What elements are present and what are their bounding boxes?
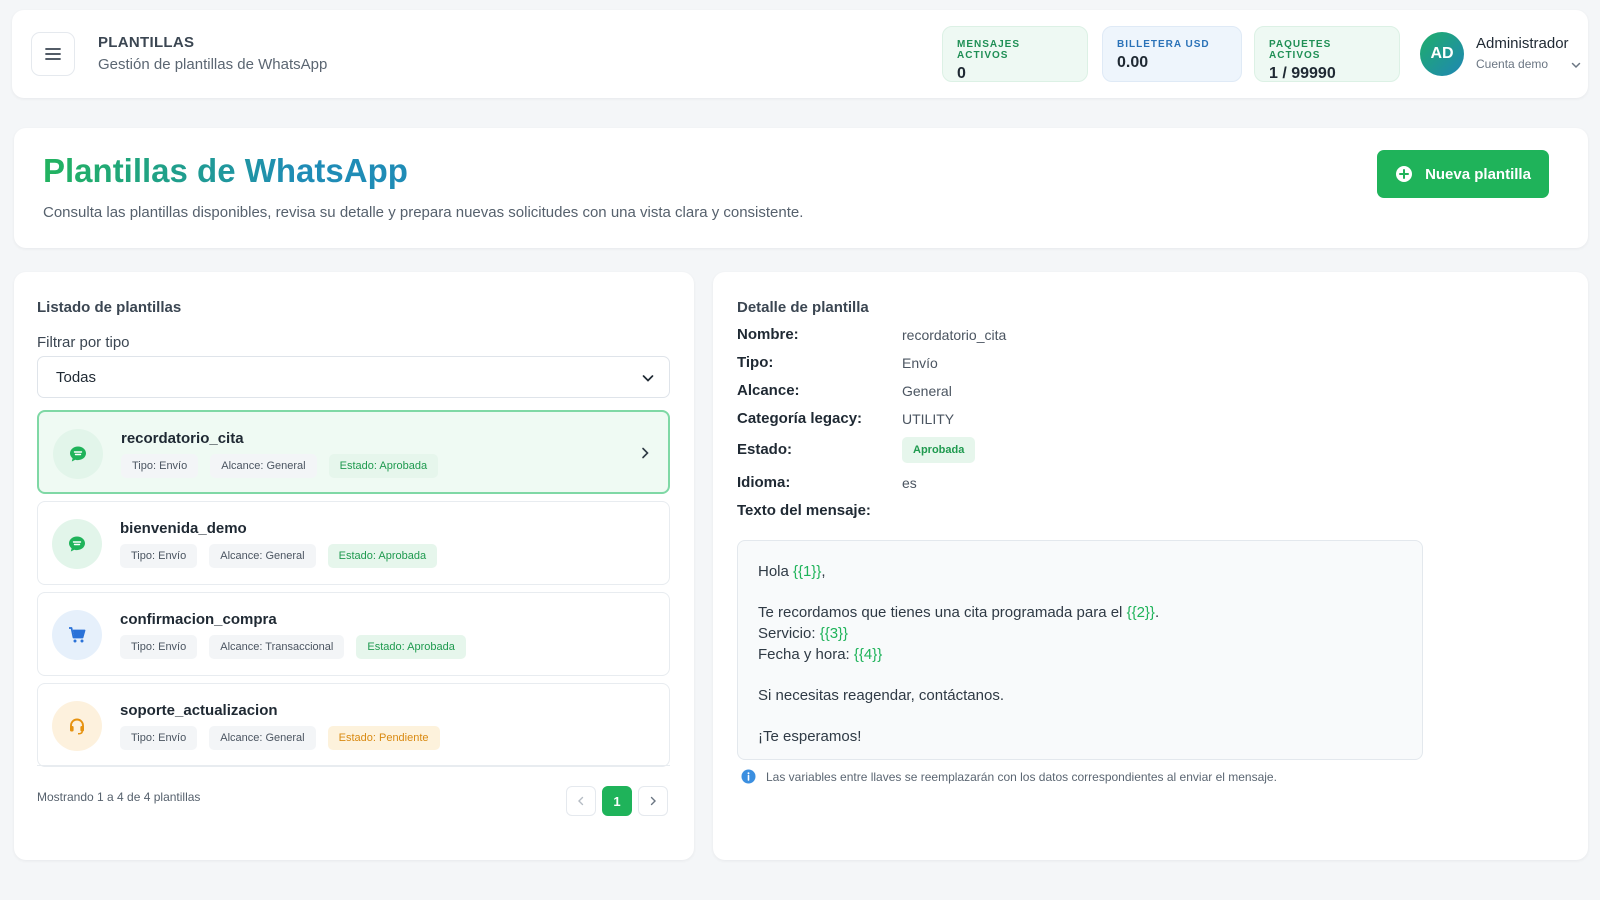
field-label-categoria: Categoría legacy: xyxy=(737,410,863,427)
field-label-nombre: Nombre: xyxy=(737,326,799,343)
estado-tag: Estado: Aprobada xyxy=(328,454,439,478)
user-menu[interactable]: AD Administrador Cuenta demo xyxy=(1420,30,1585,78)
chevron-down-icon xyxy=(642,375,654,382)
new-template-button[interactable]: Nueva plantilla xyxy=(1377,150,1549,198)
template-name: recordatorio_cita xyxy=(121,430,244,447)
estado-tag: Estado: Aprobada xyxy=(327,544,438,568)
plus-circle-icon xyxy=(1396,166,1413,182)
new-template-label: Nueva plantilla xyxy=(1425,165,1531,183)
user-name: Administrador xyxy=(1476,35,1569,52)
template-name: soporte_actualizacion xyxy=(120,702,278,719)
field-label-estado: Estado: xyxy=(737,441,793,458)
filter-label: Filtrar por tipo xyxy=(37,334,130,351)
stat-label: PAQUETES ACTIVOS xyxy=(1269,39,1332,61)
chevron-right-icon xyxy=(650,796,656,806)
variables-note: Las variables entre llaves se reemplazar… xyxy=(741,769,1277,784)
message-line: ¡Te esperamos! xyxy=(758,728,862,745)
template-item-recordatorio-cita[interactable]: recordatorio_cita Tipo: Envío Alcance: G… xyxy=(37,410,670,494)
hero-card: Plantillas de WhatsApp Consulta las plan… xyxy=(14,128,1588,248)
alcance-tag: Alcance: General xyxy=(210,454,317,478)
message-line: Te recordamos que tienes una cita progra… xyxy=(758,604,1160,621)
filter-type-select[interactable]: Todas xyxy=(37,356,670,398)
message-line: Fecha y hora: {{4}} xyxy=(758,646,883,663)
variable-token: {{1}} xyxy=(793,563,822,580)
field-value-categoria: UTILITY xyxy=(902,411,955,427)
template-name: bienvenida_demo xyxy=(120,520,247,537)
template-tags: Tipo: Envío Alcance: Transaccional Estad… xyxy=(120,635,466,659)
page-header: PLANTILLAS Gestión de plantillas de What… xyxy=(98,34,327,73)
list-title: Listado de plantillas xyxy=(37,299,182,316)
chevron-left-icon xyxy=(578,796,584,806)
info-icon xyxy=(741,769,756,784)
variable-token: {{2}} xyxy=(1126,604,1155,621)
divider xyxy=(37,765,670,766)
message-text-box: Hola {{1}}, Te recordamos que tienes una… xyxy=(737,540,1423,760)
chevron-down-icon xyxy=(1571,62,1581,69)
alcance-tag: Alcance: General xyxy=(209,544,316,568)
page-title: Plantillas de WhatsApp xyxy=(43,152,408,189)
field-value-idioma: es xyxy=(902,475,917,491)
pagination: 1 xyxy=(566,786,668,816)
stat-label: MENSAJES ACTIVOS xyxy=(957,39,1021,61)
chat-icon xyxy=(52,519,102,569)
template-tags: Tipo: Envío Alcance: General Estado: Apr… xyxy=(120,544,438,568)
variable-token: {{3}} xyxy=(819,625,849,642)
template-item-bienvenida-demo[interactable]: bienvenida_demo Tipo: Envío Alcance: Gen… xyxy=(37,501,670,585)
template-detail-panel: Detalle de plantilla Nombre: recordatori… xyxy=(713,272,1588,860)
stat-paquetes-activos: PAQUETES ACTIVOS 1 / 99990 xyxy=(1254,26,1400,82)
stat-value: 1 / 99990 xyxy=(1269,65,1336,82)
template-tags: Tipo: Envío Alcance: General Estado: Apr… xyxy=(121,454,439,478)
headset-icon xyxy=(52,701,102,751)
template-tags: Tipo: Envío Alcance: General Estado: Pen… xyxy=(120,726,440,750)
variable-token: {{4}} xyxy=(853,646,883,663)
stat-mensajes-activos: MENSAJES ACTIVOS 0 xyxy=(942,26,1088,82)
template-item-confirmacion-compra[interactable]: confirmacion_compra Tipo: Envío Alcance:… xyxy=(37,592,670,676)
top-bar: PLANTILLAS Gestión de plantillas de What… xyxy=(12,10,1588,98)
field-label-idioma: Idioma: xyxy=(737,474,791,491)
field-value-alcance: General xyxy=(902,383,952,399)
message-label: Texto del mensaje: xyxy=(737,502,871,519)
page-button-1[interactable]: 1 xyxy=(602,786,632,816)
stat-label: BILLETERA USD xyxy=(1117,39,1210,50)
tipo-tag: Tipo: Envío xyxy=(120,544,198,568)
cart-icon xyxy=(52,610,102,660)
template-item-soporte-actualizacion[interactable]: soporte_actualizacion Tipo: Envío Alcanc… xyxy=(37,683,670,767)
next-page-button[interactable] xyxy=(638,786,668,816)
user-role: Cuenta demo xyxy=(1476,57,1549,71)
page-description: Consulta las plantillas disponibles, rev… xyxy=(43,204,804,221)
section-subtitle: Gestión de plantillas de WhatsApp xyxy=(98,56,328,73)
tipo-tag: Tipo: Envío xyxy=(120,635,198,659)
pagination-summary: Mostrando 1 a 4 de 4 plantillas xyxy=(37,790,201,804)
message-line: Servicio: {{3}} xyxy=(758,625,849,642)
stat-billetera-usd: BILLETERA USD 0.00 xyxy=(1102,26,1242,82)
prev-page-button[interactable] xyxy=(566,786,596,816)
field-value-nombre: recordatorio_cita xyxy=(902,327,1007,343)
section-title: PLANTILLAS xyxy=(98,34,195,51)
alcance-tag: Alcance: General xyxy=(209,726,316,750)
tipo-tag: Tipo: Envío xyxy=(121,454,199,478)
template-list: recordatorio_cita Tipo: Envío Alcance: G… xyxy=(37,410,670,774)
tipo-tag: Tipo: Envío xyxy=(120,726,198,750)
estado-tag: Estado: Aprobada xyxy=(356,635,466,659)
estado-tag: Estado: Pendiente xyxy=(327,726,440,750)
message-line: Hola {{1}}, xyxy=(758,563,826,580)
template-name: confirmacion_compra xyxy=(120,611,277,628)
field-label-alcance: Alcance: xyxy=(737,382,800,399)
hamburger-icon xyxy=(45,48,61,60)
detail-title: Detalle de plantilla xyxy=(737,299,869,316)
avatar: AD xyxy=(1420,32,1464,76)
alcance-tag: Alcance: Transaccional xyxy=(209,635,345,659)
chat-icon xyxy=(53,429,103,479)
message-line: Si necesitas reagendar, contáctanos. xyxy=(758,687,1004,704)
field-value-tipo: Envío xyxy=(902,355,938,371)
note-text: Las variables entre llaves se reemplazar… xyxy=(766,769,1277,784)
field-label-tipo: Tipo: xyxy=(737,354,774,371)
filter-value: Todas xyxy=(56,369,97,386)
stat-value: 0 xyxy=(957,65,966,82)
templates-list-panel: Listado de plantillas Filtrar por tipo T… xyxy=(14,272,694,860)
menu-button[interactable] xyxy=(31,32,75,76)
chevron-right-icon xyxy=(642,447,649,459)
status-badge: Aprobada xyxy=(902,437,976,463)
stat-value: 0.00 xyxy=(1117,54,1149,71)
